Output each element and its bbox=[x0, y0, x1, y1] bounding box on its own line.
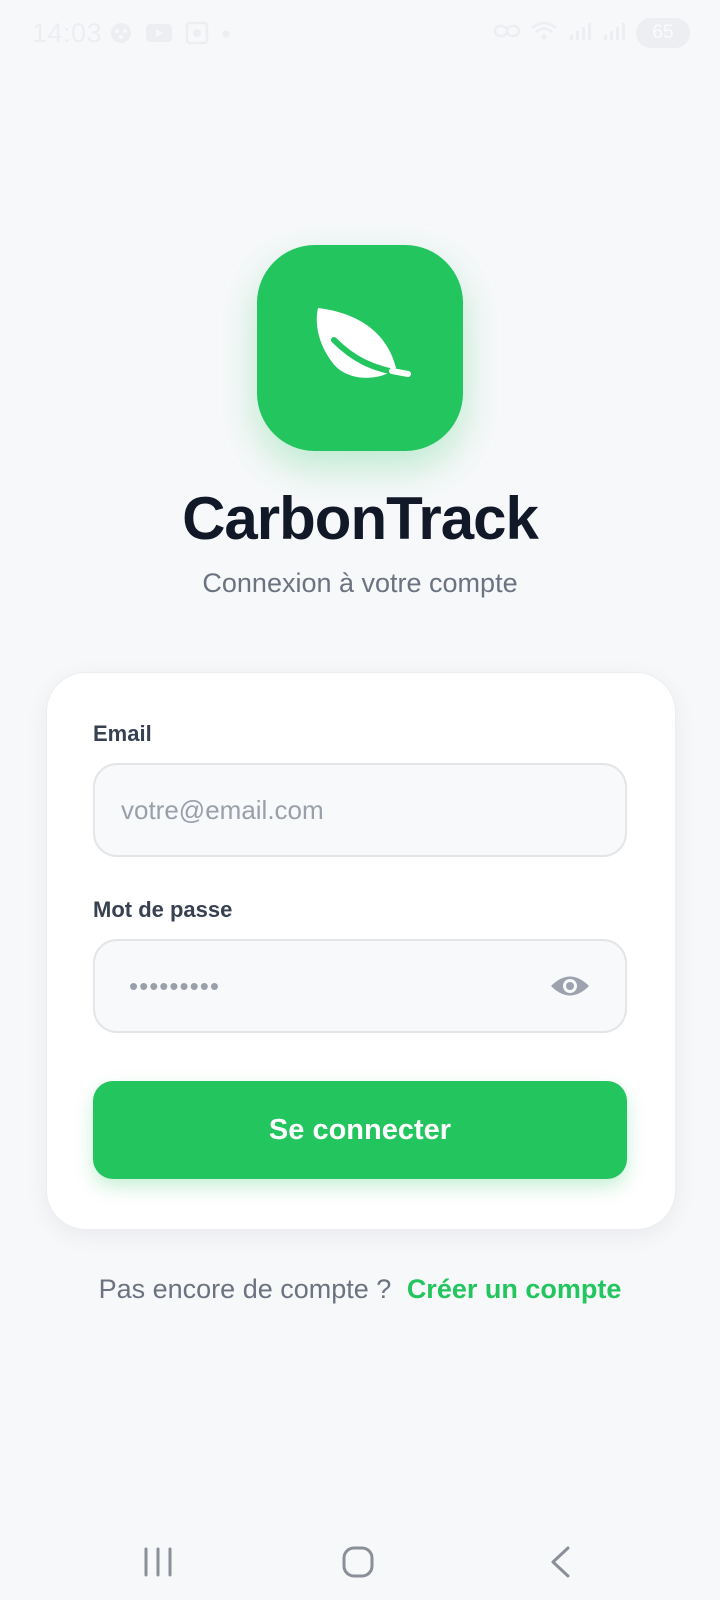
app-title: CarbonTrack bbox=[182, 485, 539, 552]
page-subtitle: Connexion à votre compte bbox=[202, 568, 518, 598]
status-notification-icons bbox=[108, 20, 232, 51]
password-field[interactable] bbox=[95, 941, 603, 1031]
back-icon[interactable] bbox=[530, 1542, 590, 1582]
system-nav-bar bbox=[0, 1510, 720, 1600]
recent-apps-icon[interactable] bbox=[128, 1542, 188, 1582]
signup-row: Pas encore de compte ? Créer un compte bbox=[0, 1274, 720, 1305]
email-field[interactable] bbox=[93, 763, 627, 857]
battery-indicator: 65 bbox=[636, 18, 690, 48]
status-bar: 14:03 65 bbox=[0, 0, 720, 68]
link-icon bbox=[493, 21, 521, 46]
status-time: 14:03 bbox=[32, 18, 103, 48]
screen-record-icon bbox=[184, 20, 210, 51]
signal-icon bbox=[568, 20, 592, 47]
leaf-icon bbox=[300, 286, 420, 411]
status-system-icons: 65 bbox=[493, 18, 690, 48]
eye-icon[interactable] bbox=[549, 967, 591, 1005]
notification-dot-icon bbox=[220, 27, 232, 45]
email-label: Email bbox=[93, 721, 152, 746]
game-controller-icon bbox=[108, 20, 134, 51]
youtube-icon bbox=[144, 21, 174, 50]
login-card: Email Mot de passe Se connecter bbox=[46, 672, 676, 1230]
login-button[interactable]: Se connecter bbox=[93, 1081, 627, 1179]
password-label: Mot de passe bbox=[93, 897, 233, 922]
create-account-link[interactable]: Créer un compte bbox=[407, 1274, 622, 1304]
wifi-icon bbox=[530, 20, 558, 47]
password-field-container bbox=[93, 939, 627, 1033]
home-icon[interactable] bbox=[328, 1542, 388, 1582]
signup-prompt: Pas encore de compte ? bbox=[98, 1274, 392, 1304]
signal-icon bbox=[602, 20, 626, 47]
app-logo bbox=[257, 245, 463, 451]
